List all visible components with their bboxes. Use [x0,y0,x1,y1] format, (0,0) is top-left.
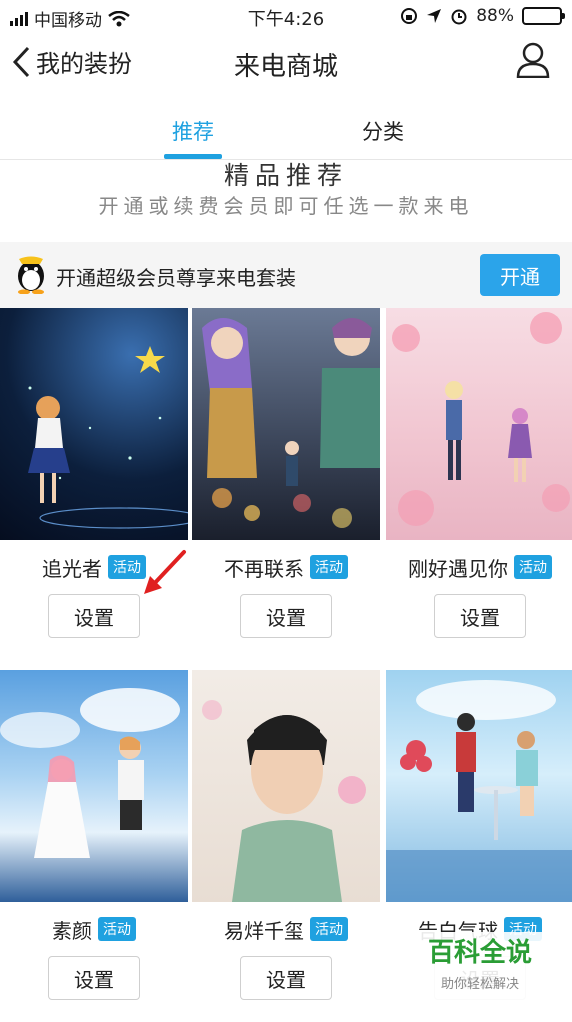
nav-bar: 我的装扮 来电商城 [0,32,572,102]
cover-art [28,346,201,529]
set-button[interactable]: 设置 [240,956,332,1000]
ringtone-card[interactable]: 不再联系 活动 设置 [192,308,380,638]
ringtone-cover-image[interactable] [0,308,201,540]
ringtone-name-row: 素颜 活动 [0,902,188,956]
red-arrow-annotation-icon [144,550,186,594]
activity-badge: 活动 [310,555,348,579]
ringtone-cover-image[interactable] [0,670,188,902]
set-button[interactable]: 设置 [240,594,332,638]
cover-art [202,318,380,528]
cover-art [0,688,180,858]
ringtone-card[interactable]: 易烊千玺 活动 设置 [192,670,380,1000]
ringtone-name: 不再联系 [224,556,304,581]
ringtone-name: 素颜 [52,918,92,943]
ringtone-name: 刚好遇见你 [408,556,508,581]
battery-icon [522,7,565,25]
promo-subtitle: 开通或续费会员即可任选一款来电 [98,194,474,218]
ringtone-name-row: 刚好遇见你 活动 [386,540,572,594]
ringtone-name: 易烊千玺 [224,918,304,943]
ringtone-name-row: 不再联系 活动 [192,540,380,594]
activity-badge: 活动 [514,555,552,579]
promo-title: 精品推荐 [223,161,348,190]
status-bar: 中国移动 下午4:26 88% [0,0,572,32]
status-right: 88% [400,6,565,26]
vip-banner-text: 开通超级会员尊享来电套装 [56,266,296,290]
ringtone-cover-image[interactable] [386,670,572,902]
ringtone-cover-image[interactable] [192,308,380,540]
set-button[interactable]: 设置 [48,956,140,1000]
user-icon [516,42,550,79]
tab-category[interactable]: 分类 [362,116,404,146]
activity-badge: 活动 [310,917,348,941]
page-title: 来电商城 [233,52,338,82]
cover-art [386,680,572,902]
rotation-lock-icon [401,8,418,24]
ringtone-name-row: 易烊千玺 活动 [192,902,380,956]
qq-penguin-icon [18,256,44,294]
cover-art [202,700,366,902]
set-button[interactable]: 设置 [48,594,140,638]
ringtone-cover-image[interactable] [386,308,572,540]
ringtone-card[interactable]: 刚好遇见你 活动 设置 [386,308,572,638]
watermark: 百科全说 助你轻松解决 [410,932,550,1002]
open-vip-button[interactable]: 开通 [480,254,560,296]
tab-bar: 推荐 分类 [0,102,572,160]
ringtone-card[interactable]: 素颜 活动 设置 [0,670,188,1000]
set-button[interactable]: 设置 [434,594,526,638]
activity-badge: 活动 [98,917,136,941]
watermark-subtitle: 助你轻松解决 [440,977,519,992]
battery-percent: 88% [476,6,514,26]
cover-art [392,312,570,526]
ringtone-name: 追光者 [42,556,102,581]
alarm-icon [451,9,467,25]
vip-banner: 开通超级会员尊享来电套装 开通 [0,242,572,308]
tab-recommend[interactable]: 推荐 [172,116,214,146]
ringtone-cover-image[interactable] [192,670,380,902]
user-button[interactable] [516,42,550,82]
location-icon [427,9,442,23]
watermark-title: 百科全说 [427,938,532,968]
